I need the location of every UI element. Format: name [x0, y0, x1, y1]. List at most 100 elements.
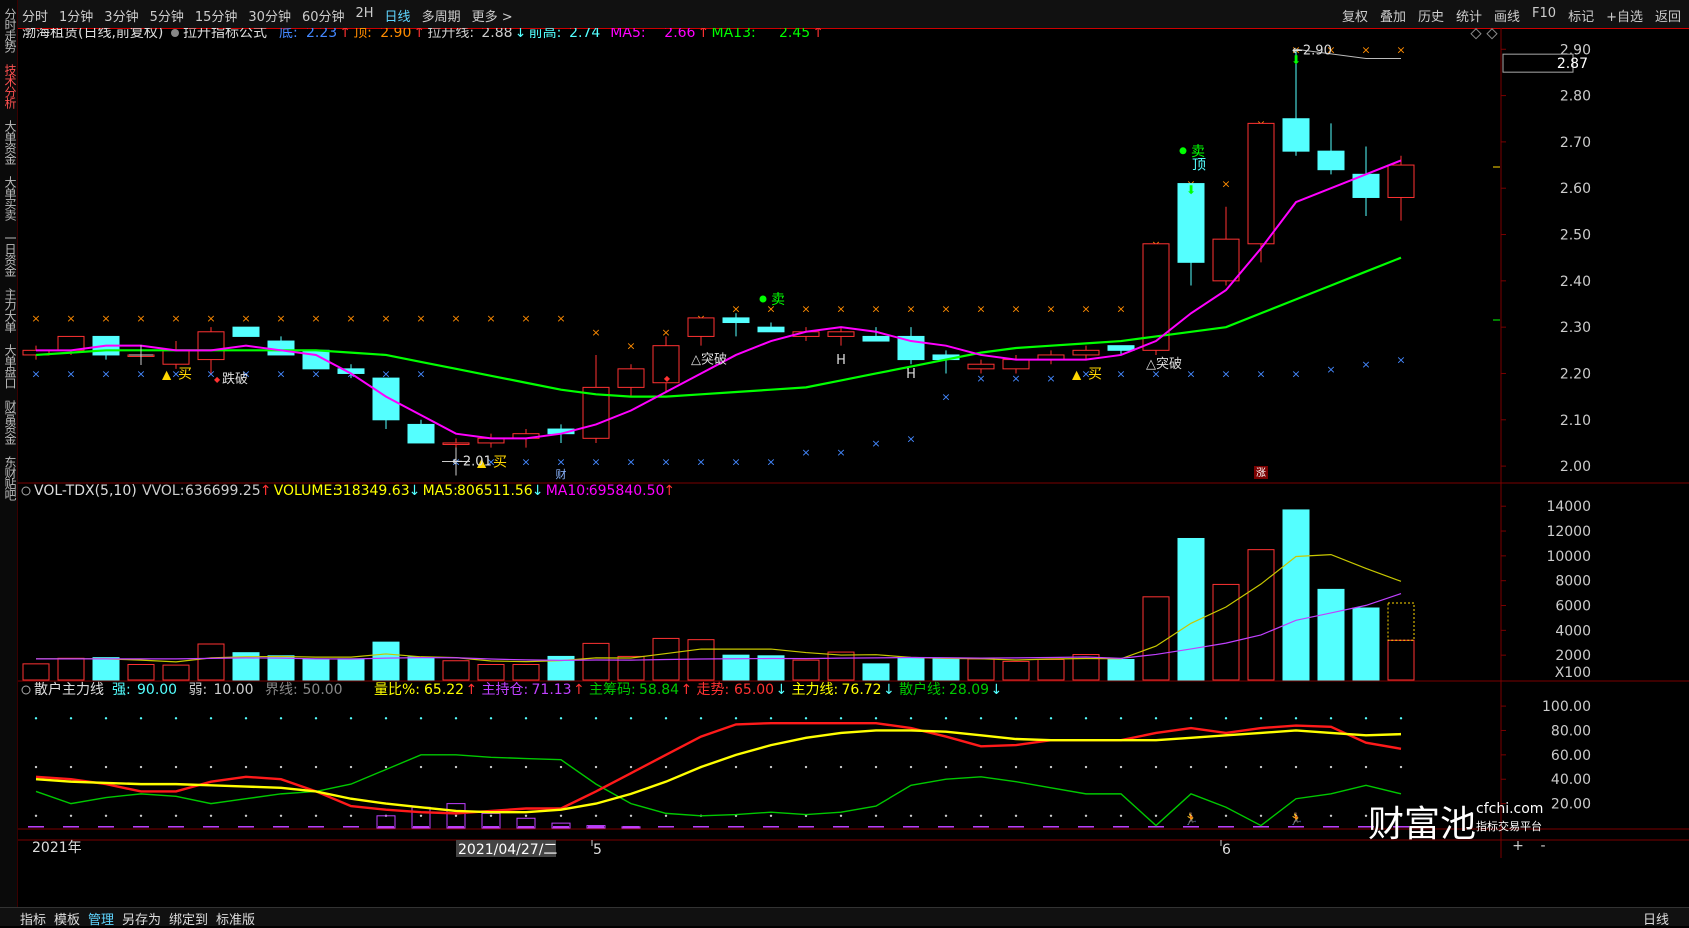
level-dot — [1014, 765, 1018, 769]
candle-body — [687, 317, 715, 337]
breakout-label: △突破 — [1146, 356, 1182, 372]
toolbar-button[interactable]: 复权 — [1342, 6, 1368, 25]
indicator-arrow: ↓ — [776, 682, 788, 698]
bottom-x-marker: × — [136, 367, 145, 380]
bottom-tab[interactable]: 绑定到 — [169, 909, 208, 928]
level-dot — [1049, 814, 1053, 818]
toolbar-button[interactable]: F10 — [1532, 6, 1556, 25]
period-tab[interactable]: 分时 — [22, 6, 48, 25]
level-dot — [944, 814, 948, 818]
level-dot — [804, 765, 808, 769]
level-dot — [1084, 765, 1088, 769]
period-tab[interactable]: 60分钟 — [302, 6, 345, 25]
level-dot — [209, 765, 213, 769]
level-dot — [209, 814, 213, 818]
indicator-arrow: ↑ — [260, 483, 272, 499]
toolbar-button[interactable]: 返回 — [1655, 6, 1681, 25]
period-tab[interactable]: 30分钟 — [248, 6, 291, 25]
indicator-label: 散户线: — [899, 681, 946, 698]
level-dot — [1084, 814, 1088, 818]
level-dot — [279, 765, 283, 769]
period-tab[interactable]: 1分钟 — [59, 6, 93, 25]
sidebar-tab[interactable]: 技术分析 — [1, 64, 17, 108]
level-dot — [489, 765, 493, 769]
toolbar-button[interactable]: 统计 — [1456, 6, 1482, 25]
level-dot — [1154, 814, 1158, 818]
level-dot — [769, 717, 773, 720]
volume-bar — [267, 655, 295, 681]
level-dot — [979, 717, 983, 720]
formula-dot-icon — [171, 29, 179, 37]
top-x-marker: × — [136, 312, 145, 325]
level-dot — [909, 717, 913, 720]
indicator-label: 前高: — [529, 28, 562, 41]
toolbar-button[interactable]: +自选 — [1606, 6, 1643, 25]
indicator-label: 主持仓: — [482, 682, 529, 698]
indicator-value: 71.13 — [532, 682, 572, 698]
sidebar-tab[interactable]: 主力大单 — [1, 288, 17, 332]
top-x-marker: × — [1046, 303, 1055, 316]
bottom-x-marker: × — [941, 391, 950, 404]
y-tick-label: 4000 — [1555, 623, 1591, 639]
toolbar-button[interactable]: 历史 — [1418, 6, 1444, 25]
sidebar-tab[interactable]: 一日资金 — [1, 232, 17, 276]
y-tick-label: 2000 — [1555, 648, 1591, 664]
volume-bar — [1282, 509, 1310, 681]
sidebar-tab[interactable]: 东财贴吧 — [1, 456, 17, 500]
y-tick-label: 14000 — [1546, 499, 1591, 515]
y-tick-label: 2.20 — [1560, 366, 1591, 382]
period-tab[interactable]: 5分钟 — [150, 6, 184, 25]
indicator-value: 695840.50 — [589, 483, 665, 499]
top-x-marker: × — [871, 303, 880, 316]
top-arrow-icon: ⬇ — [1186, 183, 1196, 197]
level-dot — [629, 814, 633, 818]
toolbar-button[interactable]: 画线 — [1494, 6, 1520, 25]
period-tab[interactable]: 2H — [356, 6, 374, 25]
indicator-label: 拉升线: — [427, 28, 474, 41]
bottom-x-marker: × — [1256, 367, 1265, 380]
sidebar-tab[interactable]: 财富资金 — [1, 400, 17, 444]
top-x-marker: × — [171, 312, 180, 325]
osc-title: 散户主力线 — [34, 681, 104, 698]
level-dot — [454, 717, 458, 720]
bottom-tab[interactable]: 标准版 — [216, 909, 255, 928]
period-tab[interactable]: 日线 — [385, 6, 411, 25]
bottom-tab[interactable]: 指标 — [20, 909, 46, 928]
indicator-value: 2.74 — [569, 28, 600, 41]
period-tab[interactable]: 更多 > — [472, 6, 513, 25]
sidebar-tab[interactable]: 大单资金 — [1, 120, 17, 164]
period-tab[interactable]: 3分钟 — [104, 6, 138, 25]
indicator-value: 50.00 — [303, 682, 343, 698]
stock-chart[interactable]: 2.00 2.10 2.20 2.30 2.40 2.50 2.60 2.70 2.80 2.90… — [18, 28, 1689, 907]
level-dot — [944, 717, 948, 720]
bottom-tab[interactable]: 管理 — [88, 909, 114, 928]
indicator-label: MA13: — [712, 28, 756, 41]
level-dot — [874, 765, 878, 769]
toolbar-button[interactable]: 标记 — [1568, 6, 1594, 25]
level-dot — [594, 717, 598, 720]
candle-body — [617, 368, 645, 388]
level-dot — [1294, 765, 1298, 769]
toolbar-button[interactable]: 叠加 — [1380, 6, 1406, 25]
y-unit-label: X100 — [1555, 665, 1591, 681]
watermark-tagline: 指标交易平台 — [1476, 819, 1542, 833]
sidebar-tab[interactable]: 大单买卖 — [1, 176, 17, 220]
y-tick-label: 20.00 — [1551, 797, 1591, 813]
level-dot — [559, 765, 563, 769]
top-x-marker: × — [591, 326, 600, 339]
sidebar-tab[interactable]: 大单盘口 — [1, 344, 17, 388]
level-dot — [909, 765, 913, 769]
indicator-toggle-icon — [21, 486, 31, 496]
period-label[interactable]: 日线 — [1643, 909, 1669, 928]
left-sidebar: 分时走势技术分析大单资金大单买卖一日资金主力大单大单盘口财富资金东财贴吧 — [0, 0, 18, 925]
candle-body — [372, 377, 400, 421]
indicator-arrow: ↓ — [883, 682, 895, 698]
bottom-tab[interactable]: 模板 — [54, 909, 80, 928]
runner-icon: 🏃 — [1184, 812, 1199, 826]
bottom-tab[interactable]: 另存为 — [122, 909, 161, 928]
period-tab[interactable]: 多周期 — [422, 6, 461, 25]
period-tab[interactable]: 15分钟 — [195, 6, 238, 25]
candle-body — [162, 349, 190, 365]
candle-body — [1107, 345, 1135, 351]
sidebar-tab[interactable]: 分时走势 — [1, 8, 17, 52]
